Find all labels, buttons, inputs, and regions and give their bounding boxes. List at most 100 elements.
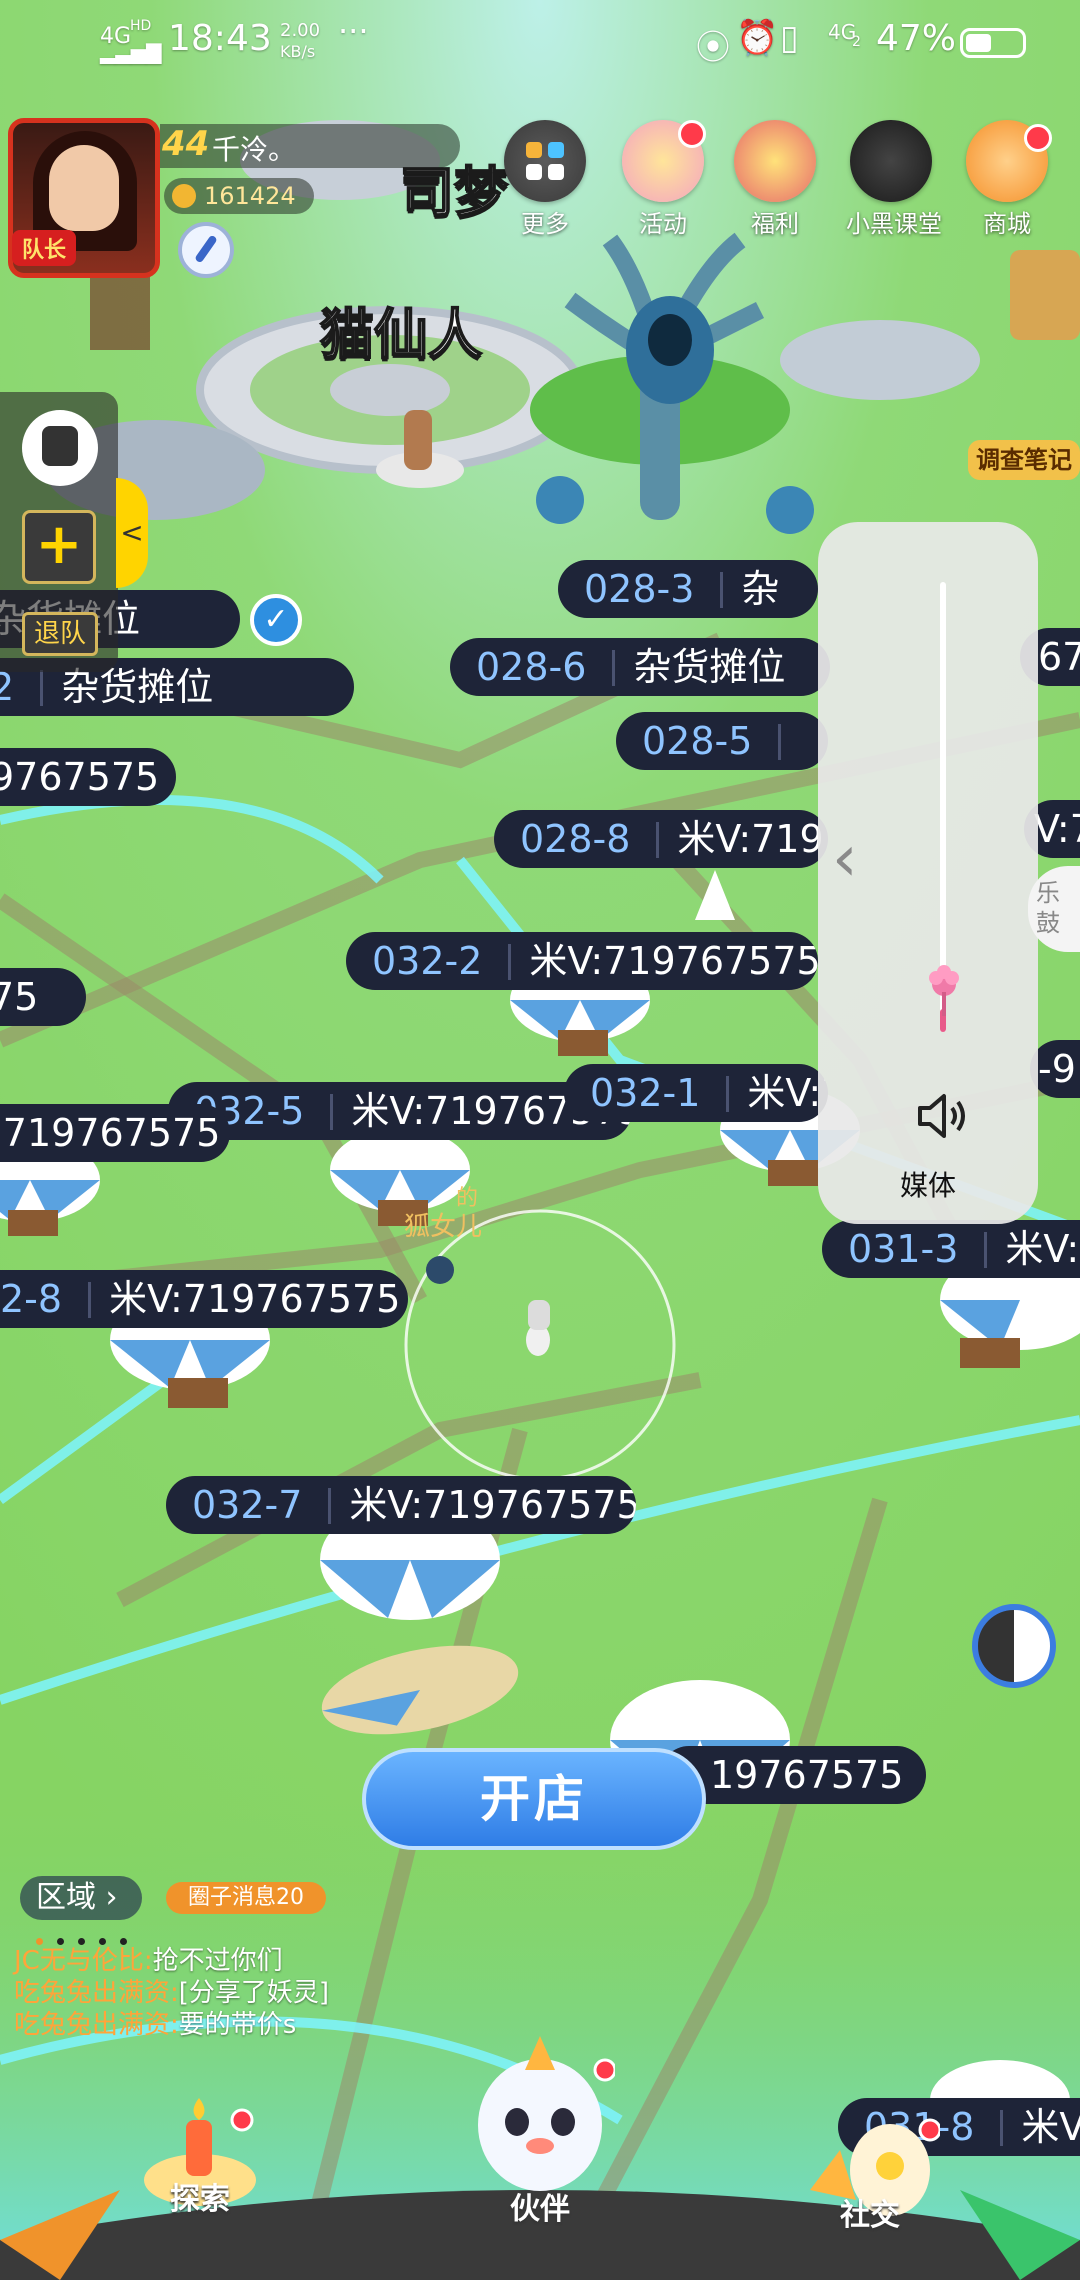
menu-activity-label: 活动 <box>639 210 687 238</box>
nav-explore[interactable]: 探索 <box>120 2090 280 2218</box>
quit-team-button[interactable]: 退队 <box>22 612 98 656</box>
npc-name: 狐女儿 <box>404 1212 483 1242</box>
stall-text: 9767575 <box>0 755 160 799</box>
stall-text: 杂货摊位 <box>633 645 786 689</box>
menu-more-label: 更多 <box>521 210 569 238</box>
network2-sub-indicator: 2 <box>852 34 861 50</box>
stall-label[interactable]: 028-5 <box>616 712 828 770</box>
stall-id: 028-5 <box>642 719 753 763</box>
network-speed-unit: KB/s <box>280 42 316 61</box>
network-hd-indicator: HD <box>130 18 152 34</box>
chevron-right-icon: › <box>105 1880 118 1915</box>
region-button[interactable]: 区域 › <box>20 1876 142 1920</box>
yinyang-icon[interactable] <box>972 1604 1056 1688</box>
stall-text: 米V:7 <box>1005 1227 1080 1271</box>
stall-id: 032-1 <box>590 1071 701 1115</box>
stall-label[interactable]: 032-7 米V:719767575 <box>166 1476 636 1534</box>
collapse-panel-button[interactable]: < <box>116 478 148 588</box>
coin-amount: 161424 <box>204 182 296 210</box>
menu-more-button[interactable]: 更多 <box>500 120 590 239</box>
alarm-icon: ⏰ <box>736 18 779 58</box>
stall-id: 032-2 <box>372 939 483 983</box>
battery-fill <box>966 34 991 52</box>
volume-overlay: ‹ 媒体 <box>818 522 1038 1224</box>
menu-shop-button[interactable]: 商城 <box>962 120 1052 239</box>
stall-text: -9 <box>1038 1047 1076 1091</box>
stall-label[interactable]: 9767575 <box>0 748 176 806</box>
avatar-face <box>49 145 119 231</box>
stall-id: 031-3 <box>848 1227 959 1271</box>
stall-label[interactable]: 028-8 米V:7197 <box>494 810 828 868</box>
shop-notification-dot <box>1024 124 1052 152</box>
nav-social[interactable]: 社交 <box>790 2110 950 2234</box>
menu-welfare-button[interactable]: 福利 <box>730 120 820 239</box>
stall-text: 米V:7197 <box>677 817 828 861</box>
grid-icon <box>504 120 586 202</box>
chat-user: 吃兔兔出满资: <box>14 2010 179 2040</box>
player-name: 千泠。 <box>212 133 297 166</box>
status-bar: 4G HD ▂▃▅▇ 18:43 2.00 KB/s ··· ⦿ ⏰ ▯ 4G … <box>0 0 1080 86</box>
stall-label[interactable]: 031-3 米V:7 <box>822 1220 1080 1278</box>
stall-label[interactable]: 032-1 米V:7 <box>564 1064 828 1122</box>
stall-label[interactable]: 032-2 米V:719767575 <box>346 932 818 990</box>
nav-partner[interactable]: 伙伴 <box>460 2030 620 2228</box>
compass-icon[interactable] <box>178 222 234 278</box>
menu-class-label: 小黑课堂 <box>846 210 942 238</box>
map-label-maoxianren: 猫仙人 <box>319 302 483 367</box>
stall-label[interactable]: 028-3 杂 <box>558 560 818 618</box>
stall-text: 67 <box>1038 635 1080 679</box>
clock: 18:43 <box>168 18 272 59</box>
investigation-notes-button[interactable]: 调查笔记 <box>968 440 1080 480</box>
stall-label[interactable]: 028-6 杂货摊位 <box>450 638 830 696</box>
stall-id: 2-8 <box>0 1277 63 1321</box>
player-level: 44 <box>162 124 210 164</box>
black-cat-icon <box>850 120 932 202</box>
stall-label[interactable]: :719767575 <box>0 1104 230 1162</box>
add-member-button[interactable]: + <box>22 510 96 584</box>
chevron-left-icon[interactable]: ‹ <box>832 822 858 896</box>
gift-icon <box>734 120 816 202</box>
stall-text: 杂 <box>741 567 780 611</box>
stall-text: :719767575 <box>0 1111 221 1155</box>
menu-class-button[interactable]: 小黑课堂 <box>846 120 942 239</box>
ghost-pet-icon <box>478 2036 617 2191</box>
stall-divider <box>778 723 782 760</box>
coin-icon <box>172 184 196 208</box>
stall-id: 028-6 <box>476 645 587 689</box>
checkmark-icon[interactable]: ✓ <box>250 594 302 646</box>
stall-text: 米V:719767575 <box>109 1277 401 1321</box>
region-label: 区域 <box>36 1880 96 1915</box>
stall-text: 米V:719767575 <box>529 939 818 983</box>
stall-text: V:7 <box>1034 807 1080 851</box>
menu-activity-button[interactable]: 活动 <box>618 120 708 239</box>
captain-badge: 队长 <box>12 230 77 266</box>
speaker-icon[interactable] <box>914 1088 974 1144</box>
chat-message[interactable]: 吃兔兔出满资:要的带价s <box>14 2004 296 2041</box>
stall-id: 032-7 <box>192 1483 303 1527</box>
menu-shop-label: 商城 <box>983 210 1031 238</box>
team-member-avatar[interactable] <box>22 410 98 486</box>
vibrate-icon: ▯ <box>780 18 799 58</box>
open-shop-button[interactable]: 开店 <box>362 1748 706 1850</box>
volume-label: 媒体 <box>899 1169 956 1202</box>
stall-label[interactable]: 75 <box>0 968 86 1026</box>
stall-label[interactable]: 2-8 米V:719767575 <box>0 1270 408 1328</box>
chat-text: 要的带价s <box>178 2010 297 2040</box>
stall-text: 19767575 <box>710 1753 904 1797</box>
activity-notification-dot <box>678 120 706 148</box>
stall-text: 米V:719767575 <box>349 1483 636 1527</box>
more-notifications-icon: ··· <box>338 12 369 50</box>
location-icon: ⦿ <box>696 28 730 68</box>
stall-id: 028-3 <box>584 567 695 611</box>
stall-text: 75 <box>0 975 39 1019</box>
stall-text: 米V:7 <box>747 1071 828 1115</box>
signal-icon: ▂▃▅▇ <box>100 40 162 64</box>
menu-welfare-label: 福利 <box>751 210 799 238</box>
battery-percent: 47% <box>876 18 957 59</box>
map-label-sima: 司梦 <box>399 160 509 225</box>
circle-messages-badge[interactable]: 圈子消息20 <box>166 1882 326 1914</box>
stall-label[interactable]: 032-5 米V:719767575 <box>168 1082 632 1140</box>
stall-text: 米V: <box>1021 2105 1080 2149</box>
battery-icon <box>960 28 1026 58</box>
flower-icon[interactable] <box>926 962 962 1018</box>
